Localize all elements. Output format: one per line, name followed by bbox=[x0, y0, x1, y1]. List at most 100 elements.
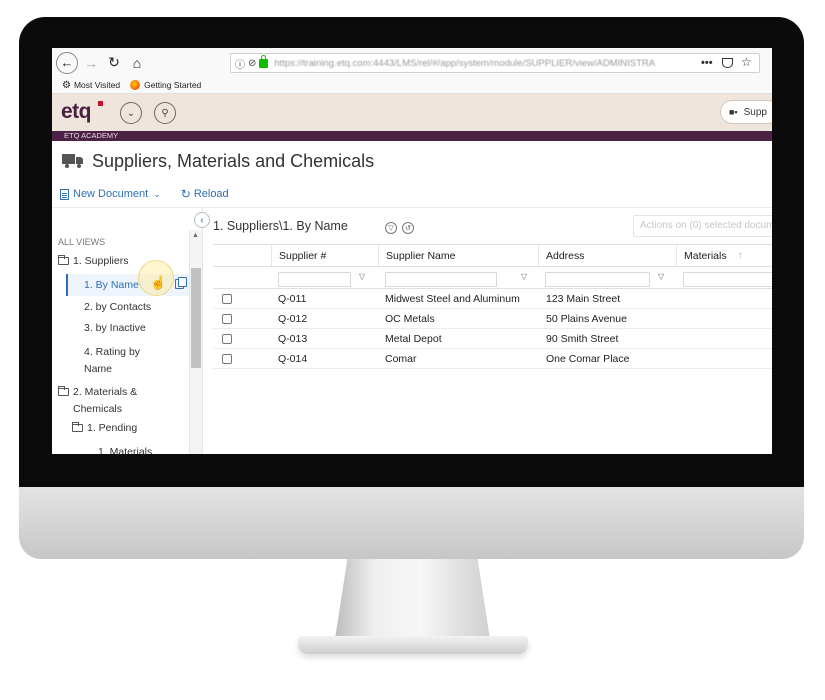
action-toolbar: New Document ⌄ ↻ Reload bbox=[52, 181, 772, 207]
supplier-name: Comar bbox=[385, 353, 417, 365]
reset-filter-icon[interactable]: ↺ bbox=[402, 222, 414, 234]
reload-button[interactable]: Reload bbox=[194, 188, 229, 200]
table-row[interactable]: Q-011 Midwest Steel and Aluminum 123 Mai… bbox=[213, 289, 772, 309]
scrollbar-thumb[interactable] bbox=[191, 268, 201, 368]
sidebar-item-materials-chemicals[interactable]: 2. Materials & Chemicals bbox=[58, 384, 137, 418]
hand-cursor-icon: ☝ bbox=[150, 275, 167, 290]
sidebar-item-materials[interactable]: 1. Materials bbox=[98, 446, 152, 454]
bookmarks-bar: ⚙ Most Visited Getting Started bbox=[52, 77, 772, 94]
filter-icon[interactable]: ▽ bbox=[385, 222, 397, 234]
folder-open-icon bbox=[58, 255, 69, 266]
grid-panel: 1. Suppliers\1. By Name ▽ ↺ Actions on (… bbox=[202, 208, 772, 454]
supplier-name: OC Metals bbox=[385, 313, 435, 325]
sidebar-item-label: 2. Materials & bbox=[73, 386, 138, 398]
bookmark-getting-started[interactable]: Getting Started bbox=[130, 80, 201, 90]
sort-arrow-up-icon[interactable]: ↑ bbox=[731, 250, 743, 261]
filter-input-address[interactable] bbox=[545, 272, 650, 287]
sidebar-item-label: 4. Rating by bbox=[84, 346, 141, 358]
sidebar-item-label: 2. by Contacts bbox=[84, 301, 152, 313]
row-checkbox[interactable] bbox=[222, 334, 232, 344]
bookmark-most-visited[interactable]: ⚙ Most Visited bbox=[62, 80, 120, 91]
row-checkbox[interactable] bbox=[222, 294, 232, 304]
filter-icon[interactable]: ▽ bbox=[658, 272, 664, 281]
new-document-button[interactable]: New Document bbox=[73, 188, 148, 200]
table-row[interactable]: Q-013 Metal Depot 90 Smith Street bbox=[213, 329, 772, 349]
grid-header-row: Supplier # Supplier Name Address Materia… bbox=[213, 245, 772, 267]
monitor-mockup: ← → ↻ ⌂ ⓘ ⊘ https://training.etq.com:444… bbox=[0, 0, 825, 700]
supplier-address: 90 Smith Street bbox=[546, 333, 619, 345]
url-text[interactable]: https://training.etq.com:4443/LMS/rel/#/… bbox=[274, 58, 674, 69]
page-title-bar: Suppliers, Materials and Chemicals bbox=[52, 141, 772, 181]
sidebar-item-suppliers[interactable]: 1. Suppliers bbox=[58, 255, 128, 267]
collapse-sidebar-icon[interactable]: ‹ bbox=[194, 212, 210, 228]
sidebar-item-label: 1. Suppliers bbox=[73, 255, 129, 267]
back-arrow-icon[interactable]: ← bbox=[56, 51, 78, 74]
bookmark-label: Getting Started bbox=[144, 80, 202, 90]
header-select-cell bbox=[213, 245, 271, 266]
filter-input-supplier-no[interactable] bbox=[278, 272, 351, 287]
sidebar-item-label: 3. by Inactive bbox=[84, 322, 146, 334]
column-header-address[interactable]: Address bbox=[538, 245, 676, 266]
lock-icon bbox=[259, 54, 269, 68]
pocket-icon[interactable] bbox=[722, 58, 733, 68]
filter-input-materials[interactable] bbox=[683, 272, 772, 287]
filter-icon[interactable]: ▽ bbox=[359, 272, 365, 281]
filter-input-supplier-name[interactable] bbox=[385, 272, 497, 287]
page-title: Suppliers, Materials and Chemicals bbox=[92, 150, 375, 171]
sidebar-item-label: 1. Materials bbox=[98, 446, 153, 454]
more-actions-icon[interactable]: ••• bbox=[701, 57, 713, 69]
supplier-address: 50 Plains Avenue bbox=[546, 313, 627, 325]
column-header-materials[interactable]: Materials ↑ bbox=[676, 245, 772, 266]
supplier-number: Q-012 bbox=[278, 313, 308, 325]
home-icon[interactable]: ⌂ bbox=[127, 53, 147, 73]
data-grid: Supplier # Supplier Name Address Materia… bbox=[213, 244, 772, 369]
filter-icon[interactable]: ▽ bbox=[521, 272, 527, 281]
browser-toolbar: ← → ↻ ⌂ ⓘ ⊘ https://training.etq.com:444… bbox=[52, 48, 772, 77]
browser-reload-icon[interactable]: ↻ bbox=[104, 53, 124, 73]
gear-icon: ⚙ bbox=[62, 79, 71, 91]
table-row[interactable]: Q-012 OC Metals 50 Plains Avenue bbox=[213, 309, 772, 329]
sidebar-item-label: 1. Pending bbox=[87, 422, 138, 434]
chevron-down-icon[interactable]: ⌄ bbox=[153, 189, 161, 200]
actions-button[interactable]: Actions on (0) selected documents bbox=[633, 215, 772, 237]
logo-mark bbox=[98, 101, 103, 106]
monitor-stand-foot bbox=[298, 636, 528, 654]
forward-arrow-icon[interactable]: → bbox=[81, 53, 101, 73]
column-header-supplier-no[interactable]: Supplier # bbox=[271, 245, 378, 266]
supplier-address: 123 Main Street bbox=[546, 293, 621, 305]
grid-filter-row: ▽ ▽ ▽ bbox=[213, 267, 772, 289]
app-header: etq ⌄ ⚲ ■▪ Supp bbox=[52, 94, 772, 131]
module-pill[interactable]: ■▪ Supp bbox=[720, 100, 772, 124]
sidebar-item-label: 1. By Name bbox=[84, 279, 139, 291]
supplier-address: One Comar Place bbox=[546, 353, 630, 365]
sidebar-item-by-contacts[interactable]: 2. by Contacts bbox=[84, 301, 151, 313]
column-header-supplier-name[interactable]: Supplier Name bbox=[378, 245, 538, 266]
sidebar-item-by-inactive[interactable]: 3. by Inactive bbox=[84, 322, 146, 334]
bookmark-star-icon[interactable]: ☆ bbox=[741, 55, 752, 69]
folder-open-icon bbox=[72, 422, 83, 433]
supplier-number: Q-014 bbox=[278, 353, 308, 365]
module-pill-label: Supp bbox=[743, 106, 767, 118]
reload-icon[interactable]: ↻ bbox=[181, 187, 191, 201]
sidebar-item-rating-by-name[interactable]: 4. Rating by Name bbox=[84, 344, 140, 378]
row-checkbox[interactable] bbox=[222, 354, 232, 364]
table-row[interactable]: Q-014 Comar One Comar Place bbox=[213, 349, 772, 369]
address-bar[interactable]: ⓘ ⊘ https://training.etq.com:4443/LMS/re… bbox=[230, 53, 760, 73]
sidebar-item-by-name[interactable]: 1. By Name bbox=[84, 279, 139, 291]
row-checkbox[interactable] bbox=[222, 314, 232, 324]
search-icon[interactable]: ⚲ bbox=[154, 102, 176, 124]
document-icon bbox=[60, 188, 69, 200]
copy-icon[interactable] bbox=[175, 277, 187, 289]
info-icon[interactable]: ⓘ bbox=[235, 56, 245, 71]
supplier-number: Q-011 bbox=[278, 293, 307, 305]
etq-logo[interactable]: etq bbox=[61, 100, 92, 124]
sidebar-item-pending[interactable]: 1. Pending bbox=[72, 422, 137, 434]
views-sidebar: ‹ ALL VIEWS 1. Suppliers 1. By Name ☝ 2.… bbox=[52, 208, 210, 454]
permissions-icon[interactable]: ⊘ bbox=[248, 58, 256, 69]
truck-icon bbox=[62, 154, 84, 168]
chevron-down-icon[interactable]: ⌄ bbox=[120, 102, 142, 124]
scroll-up-icon[interactable]: ▲ bbox=[192, 232, 199, 239]
bookmark-label: Most Visited bbox=[73, 80, 121, 90]
monitor-stand-neck bbox=[335, 559, 490, 639]
sidebar-scrollbar[interactable]: ▲ bbox=[189, 230, 202, 454]
